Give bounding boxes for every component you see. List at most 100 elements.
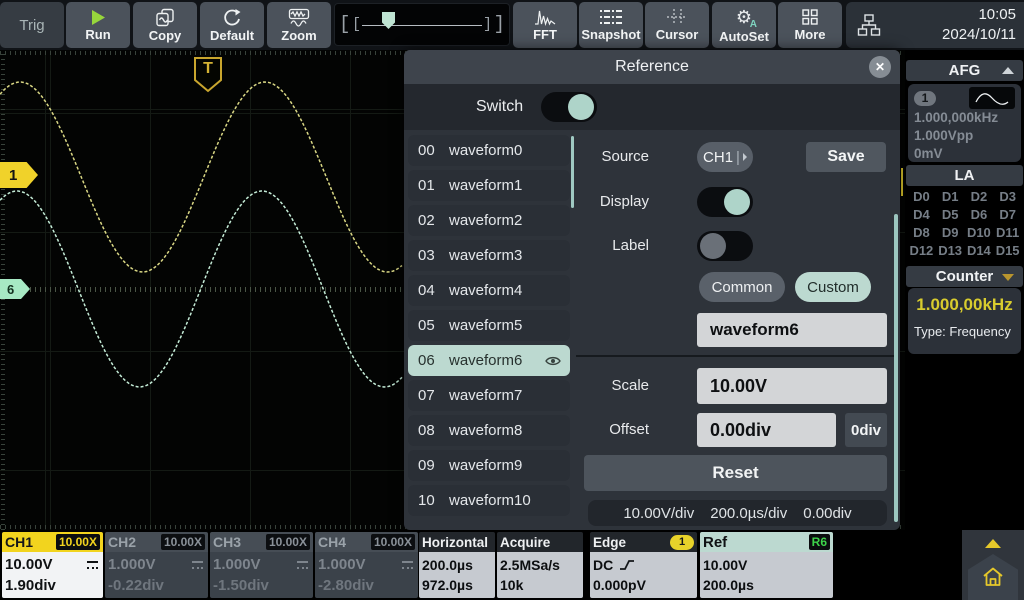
waveform-name-input[interactable]: waveform6 (697, 313, 887, 347)
top-toolbar: Trig Run Copy Default Zoom [ [ ] ] (0, 0, 1024, 50)
list-item-waveform3[interactable]: 03waveform3 (408, 240, 570, 271)
horizontal-timebase: 200.0µs (422, 557, 473, 573)
ch4-scale: 1.000V (318, 556, 366, 573)
ch2-scale: 1.000V (108, 556, 156, 573)
la-panel-header[interactable]: LA (906, 165, 1023, 186)
more-button[interactable]: More (778, 2, 842, 48)
eye-icon (545, 355, 561, 367)
afg-panel-header[interactable]: AFG (906, 60, 1023, 81)
dc-coupling-icon (87, 561, 98, 569)
reference-status-panel[interactable]: RefR6 10.00V 200.0µs (700, 532, 833, 598)
waveform-list: 00waveform0 01waveform1 02waveform2 03wa… (408, 135, 570, 516)
reset-default-icon (222, 8, 242, 27)
list-item-waveform1[interactable]: 01waveform1 (408, 170, 570, 201)
run-button[interactable]: Run (66, 2, 130, 48)
switch-row: Switch (404, 84, 900, 130)
fft-button[interactable]: FFT (513, 2, 577, 48)
close-button[interactable]: ✕ (869, 56, 891, 78)
horizontal-panel[interactable]: Horizontal 200.0µs 972.0µs (419, 532, 495, 598)
switch-label: Switch (476, 98, 523, 116)
status-timebase: 200.0µs/div (710, 505, 787, 522)
list-item-waveform5[interactable]: 05waveform5 (408, 310, 570, 341)
clock-panel[interactable]: 10:05 2024/10/11 (846, 2, 1024, 48)
autoset-label: AutoSet (719, 29, 769, 44)
la-channel-grid[interactable]: D0D1D2D3 D4D5D6D7 D8D9D10D11 D12D13D14D1… (907, 188, 1022, 259)
trig-button[interactable]: Trig (0, 2, 64, 48)
home-menu-panel[interactable] (962, 530, 1024, 600)
ch2-panel[interactable]: CH210.00X 1.000V -0.22div (105, 532, 208, 598)
cursor-button[interactable]: Cursor (645, 2, 709, 48)
list-scrollbar[interactable] (571, 136, 574, 208)
network-icon (856, 12, 882, 38)
home-icon (981, 565, 1005, 589)
display-toggle[interactable] (697, 187, 753, 217)
trigger-marker[interactable]: T (193, 56, 223, 93)
autoset-gear-icon: ⚙ A (732, 6, 756, 28)
clock-time: 10:05 (942, 5, 1016, 25)
trigger-edge-panel[interactable]: Edge1 DC 0.000pV (590, 532, 697, 598)
list-item-waveform10[interactable]: 10waveform10 (408, 485, 570, 516)
dialog-titlebar: Reference ✕ (404, 50, 900, 84)
trigger-source-badge: 1 (670, 535, 694, 550)
copy-button[interactable]: Copy (133, 2, 197, 48)
right-sidebar: AFG 1 1.000,000kHz 1.000Vpp 0mV LA D0D1D… (905, 50, 1024, 530)
bottom-status-bar: CH110.00X 10.00V 1.90div CH210.00X 1.000… (0, 530, 1024, 600)
offset-label: Offset (579, 415, 649, 445)
label-toggle[interactable] (697, 231, 753, 261)
ch4-probe-badge: 10.00X (371, 534, 415, 550)
zoom-button[interactable]: Zoom (267, 2, 331, 48)
autoset-a-mark: A (750, 19, 757, 30)
divider-bar: | (736, 149, 740, 166)
acquire-panel[interactable]: Acquire 2.5MSa/s 10k (497, 532, 583, 598)
dialog-scrollbar[interactable] (894, 214, 898, 522)
reset-button[interactable]: Reset (584, 455, 887, 491)
list-item-waveform8[interactable]: 08waveform8 (408, 415, 570, 446)
sample-rate: 2.5MSa/s (500, 557, 560, 573)
common-button[interactable]: Common (699, 272, 785, 302)
save-button[interactable]: Save (806, 142, 886, 172)
ch3-panel[interactable]: CH310.00X 1.000V -1.50div (210, 532, 313, 598)
snapshot-button[interactable]: Snapshot (579, 2, 643, 48)
ch1-trace (0, 82, 402, 272)
ch1-panel[interactable]: CH110.00X 10.00V 1.90div (2, 532, 103, 598)
bracket-icon: [ (339, 13, 350, 35)
source-select[interactable]: CH1| (697, 142, 753, 172)
rising-edge-icon (619, 558, 635, 572)
offset-input[interactable]: 0.00div (697, 413, 836, 447)
counter-panel[interactable]: 1.000,00kHz Type: Frequency (908, 288, 1021, 354)
snapshot-label: Snapshot (581, 27, 640, 42)
ch1-scale: 10.00V (5, 556, 53, 573)
toggle-knob (700, 233, 726, 259)
ch3-probe-badge: 10.00X (266, 534, 310, 550)
offset-zero-button[interactable]: 0div (845, 413, 887, 447)
list-item-waveform9[interactable]: 09waveform9 (408, 450, 570, 481)
ch1-position: 1.90div (5, 577, 56, 594)
dc-coupling-icon (402, 561, 413, 569)
trig-label: Trig (19, 17, 44, 34)
fft-label: FFT (533, 27, 557, 42)
list-item-waveform4[interactable]: 04waveform4 (408, 275, 570, 306)
list-item-waveform2[interactable]: 02waveform2 (408, 205, 570, 236)
list-item-waveform0[interactable]: 00waveform0 (408, 135, 570, 166)
status-offset: 0.00div (803, 505, 851, 522)
ch4-panel[interactable]: CH410.00X 1.000V -2.80div (315, 532, 418, 598)
slider-thumb[interactable] (382, 12, 395, 29)
custom-button[interactable]: Custom (795, 272, 871, 302)
scale-input[interactable]: 10.00V (697, 368, 887, 404)
default-button[interactable]: Default (200, 2, 264, 48)
list-item-waveform7[interactable]: 07waveform7 (408, 380, 570, 411)
autoset-button[interactable]: ⚙ A AutoSet (712, 2, 776, 48)
reference-switch-toggle[interactable] (541, 92, 597, 122)
afg-panel[interactable]: 1 1.000,000kHz 1.000Vpp 0mV (908, 84, 1021, 162)
run-label: Run (85, 27, 110, 42)
sidebar-highlight-strip (901, 168, 903, 196)
ch4-position: -2.80div (318, 577, 374, 594)
sine-wave-icon (969, 87, 1015, 109)
bracket-icon: [ (352, 16, 361, 33)
dc-coupling-icon (192, 561, 203, 569)
ch3-position: -1.50div (213, 577, 269, 594)
counter-panel-header[interactable]: Counter (906, 266, 1023, 287)
list-item-waveform6-selected[interactable]: 06waveform6 (408, 345, 570, 376)
horizontal-position-slider[interactable]: [ [ ] ] (334, 3, 510, 46)
oscilloscope-screen: Trig Run Copy Default Zoom [ [ ] ] (0, 0, 1024, 600)
